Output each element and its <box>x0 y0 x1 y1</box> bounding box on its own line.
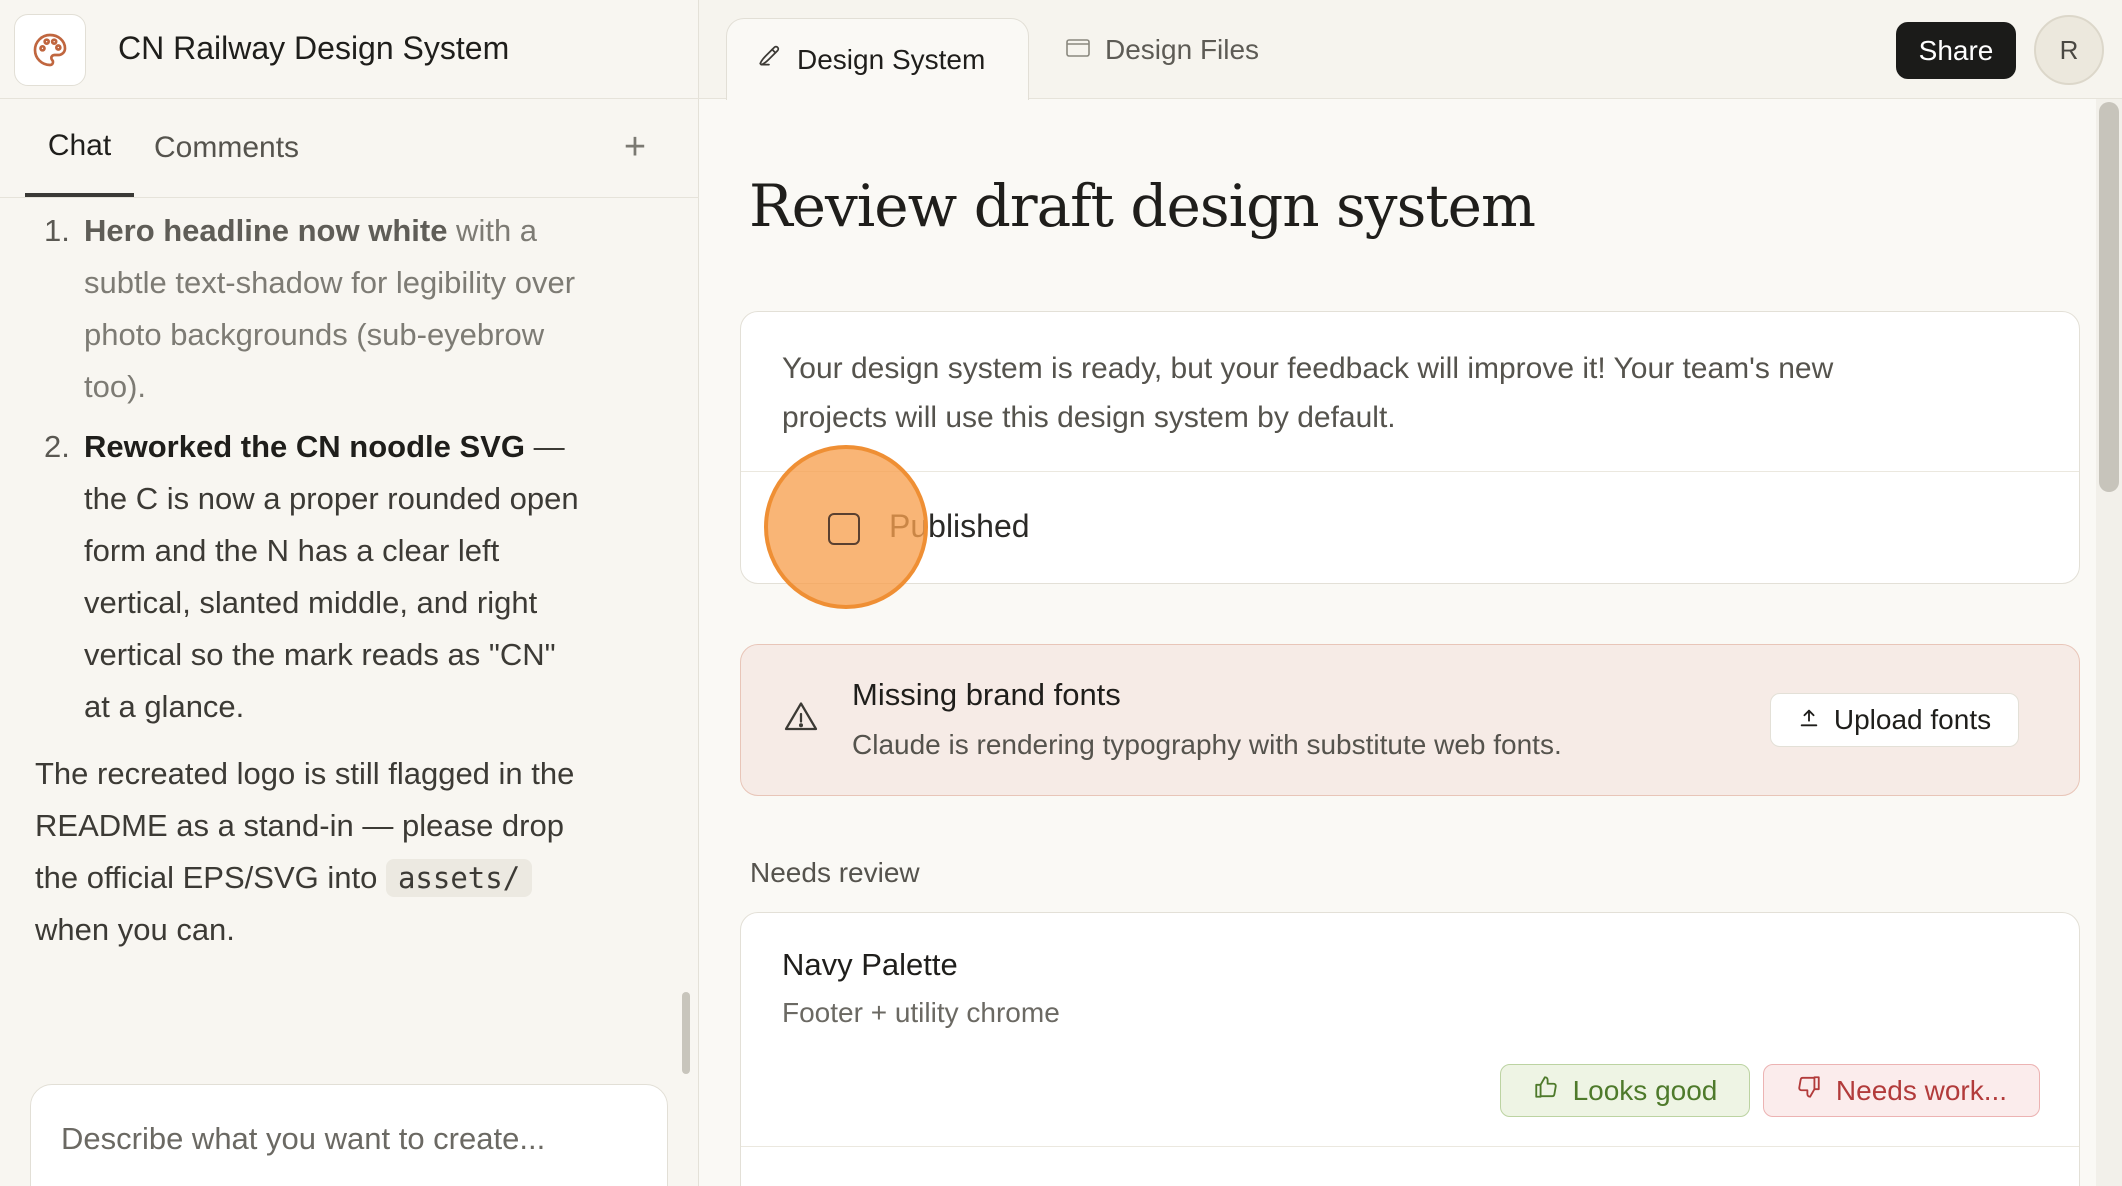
list-item-line: subtle text-shadow for legibility over <box>84 265 576 300</box>
divider <box>741 471 2079 472</box>
list-item-line: the C is now a proper rounded open <box>84 481 579 516</box>
tab-design-system[interactable]: Design System <box>726 18 1029 100</box>
list-item-text: Hero headline now white with a subtle te… <box>84 205 664 413</box>
list-item-line: photo backgrounds (sub-eyebrow <box>84 317 545 352</box>
tab-label: Design Files <box>1105 34 1260 65</box>
publish-card: Your design system is ready, but your fe… <box>740 311 2080 609</box>
thumbs-down-icon <box>1796 1074 1822 1107</box>
looks-good-button[interactable]: Looks good <box>1500 1064 1750 1117</box>
list-item-line: too). <box>84 369 147 404</box>
button-label: Looks good <box>1572 1074 1718 1106</box>
description-line: Your design system is ready, but your fe… <box>782 352 1834 385</box>
project-header: CN Railway Design System <box>0 0 699 99</box>
tab-design-files[interactable]: Design Files <box>1065 18 1259 82</box>
top-bar: Design System Design Files Share R <box>699 0 2122 100</box>
warning-icon <box>783 699 819 735</box>
paragraph-line: README as a stand-in — please drop <box>35 808 564 843</box>
section-label: Needs review <box>750 857 920 888</box>
list-item-line: at a glance. <box>84 689 245 724</box>
alert-subtitle: Claude is rendering typography with subs… <box>852 729 1562 760</box>
chat-paragraph: The recreated logo is still flagged in t… <box>35 748 655 956</box>
list-number: 1. <box>44 213 70 248</box>
avatar[interactable]: R <box>2034 15 2104 85</box>
share-button[interactable]: Share <box>1896 22 2016 79</box>
needs-work-button[interactable]: Needs work... <box>1763 1064 2040 1117</box>
upload-icon <box>1798 704 1820 736</box>
list-item-line: form and the N has a clear left <box>84 533 500 568</box>
upload-fonts-button[interactable]: Upload fonts <box>1770 693 2019 747</box>
click-indicator <box>764 445 928 609</box>
review-item-subtitle: Footer + utility chrome <box>782 997 1060 1028</box>
list-item-rest: — <box>524 429 565 464</box>
list-number: 2. <box>44 429 70 464</box>
right-panel: Design System Design Files Share R Revie… <box>699 0 2122 1186</box>
divider <box>741 1146 2079 1147</box>
list-item-line: vertical so the mark reads as "CN" <box>84 637 556 672</box>
description-line: projects will use this design system by … <box>782 401 1396 434</box>
left-tabs: Chat Comments + <box>0 99 699 198</box>
chat-messages: 1. Hero headline now white with a subtle… <box>0 199 690 1079</box>
inline-code: assets/ <box>385 859 533 897</box>
project-title[interactable]: CN Railway Design System <box>118 30 509 67</box>
pen-icon <box>757 43 783 76</box>
prompt-input[interactable] <box>61 1121 641 1157</box>
add-tab-button[interactable]: + <box>615 126 655 168</box>
missing-fonts-alert: Missing brand fonts Claude is rendering … <box>740 644 2080 796</box>
list-item-bold: Hero headline now white <box>84 213 448 248</box>
alert-title: Missing brand fonts <box>852 677 1121 712</box>
list-item-bold: Reworked the CN noodle SVG <box>84 429 525 464</box>
palette-icon[interactable] <box>14 14 86 86</box>
thumbs-up-icon <box>1533 1074 1559 1107</box>
tab-comments[interactable]: Comments <box>154 99 299 197</box>
review-item-title: Navy Palette <box>782 947 958 982</box>
tab-chat[interactable]: Chat <box>25 99 134 197</box>
left-panel: CN Railway Design System Chat Comments +… <box>0 0 699 1186</box>
prompt-box[interactable] <box>30 1084 668 1186</box>
publish-description: Your design system is ready, but your fe… <box>782 344 2032 442</box>
page-title: Review draft design system <box>749 172 1536 240</box>
paragraph-line: the official EPS/SVG into <box>35 860 386 895</box>
list-item-line: vertical, slanted middle, and right <box>84 585 538 620</box>
paragraph-line: The recreated logo is still flagged in t… <box>35 756 575 791</box>
chat-scrollbar[interactable] <box>682 992 690 1074</box>
paragraph-line: when you can. <box>35 912 235 947</box>
button-label: Upload fonts <box>1833 704 1992 735</box>
list-item-text: Reworked the CN noodle SVG — the C is no… <box>84 421 664 733</box>
scrollbar-thumb[interactable] <box>2099 102 2119 492</box>
tab-label: Design System <box>797 43 986 75</box>
review-card: Navy Palette Footer + utility chrome Loo… <box>740 912 2080 1186</box>
button-label: Needs work... <box>1835 1074 2008 1106</box>
list-item-rest: with a <box>447 213 538 248</box>
folder-icon <box>1065 34 1091 66</box>
checkbox-outline <box>828 513 860 545</box>
